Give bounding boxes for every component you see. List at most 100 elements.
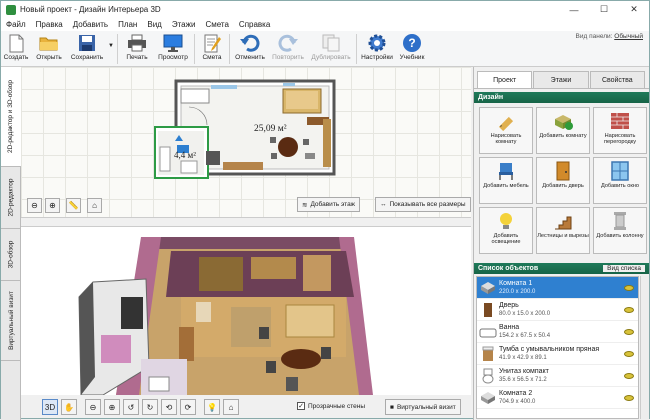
objects-scrollbar[interactable] (640, 276, 649, 419)
list-item[interactable]: Комната 1 220.0 x 200.0 (477, 277, 638, 299)
lightbulb-icon: 💡 (207, 402, 217, 412)
create-button[interactable]: Создать (1, 31, 31, 67)
checkbox-checked-icon: ✓ (297, 402, 305, 410)
menu-plan[interactable]: План (113, 20, 142, 29)
print-button[interactable]: Печать (120, 31, 154, 67)
add-column-button[interactable]: Добавить колонну (593, 207, 647, 254)
eye-icon[interactable] (624, 306, 634, 313)
tab-properties[interactable]: Свойства (589, 71, 645, 88)
list-item[interactable]: Унитаз компакт 35.6 x 56.5 x 71.2 (477, 365, 638, 387)
door-icon (552, 161, 574, 181)
home-3d-button[interactable]: ⌂ (223, 399, 239, 415)
view-splitter[interactable] (21, 217, 471, 227)
tutorial-button[interactable]: ? Учебник (395, 31, 429, 67)
list-item[interactable]: Комната 2 704.9 x 400.0 (477, 387, 638, 409)
tilt-down-button[interactable]: ⟳ (180, 399, 196, 415)
pan-button[interactable]: ✋ (61, 399, 77, 415)
eye-icon[interactable] (624, 394, 634, 401)
ruler-button[interactable]: 📏 (66, 197, 81, 213)
sink-cabinet-icon (477, 344, 499, 364)
add-floor-button[interactable]: ≋ Добавить этаж (297, 197, 361, 212)
preview-button[interactable]: Просмотр (154, 31, 192, 67)
stairs-cutouts-button[interactable]: Лестницы и вырезы (536, 207, 590, 254)
rotate-right-button[interactable]: ↻ (142, 399, 158, 415)
menu-estimate[interactable]: Смета (200, 20, 233, 29)
rotate-3d-button[interactable]: 3D (42, 399, 58, 415)
add-window-button[interactable]: Добавить окно (593, 157, 647, 204)
list-view-toggle[interactable]: Вид списка (603, 265, 645, 272)
save-dropdown[interactable]: ▼ (107, 31, 115, 67)
right-panel: Проект Этажи Свойства Дизайн Нарисовать … (473, 67, 649, 420)
eye-icon[interactable] (624, 328, 634, 335)
home-icon: ⌂ (228, 402, 234, 412)
zoom-in-3d-button[interactable]: ⊕ (104, 399, 120, 415)
show-sizes-button[interactable]: ↔ Показывать все размеры (375, 197, 471, 212)
rotate-left-button[interactable]: ↺ (123, 399, 139, 415)
tab-virtual-visit[interactable]: Виртуальный визит (1, 281, 21, 361)
add-lighting-button[interactable]: Добавить освещение (479, 207, 533, 254)
menu-view[interactable]: Вид (142, 20, 166, 29)
transparent-walls-checkbox[interactable]: ✓ Прозрачные стены (297, 402, 365, 410)
list-item[interactable]: Тумба с умывальником пряная 41.9 x 42.9 x… (477, 343, 638, 365)
column-icon (609, 211, 631, 231)
layers-icon: ≋ (302, 201, 308, 209)
view-panel-selector[interactable]: Вид панели: Обычный (576, 33, 643, 40)
open-button[interactable]: Открыть (31, 31, 67, 67)
eye-icon[interactable] (624, 350, 634, 357)
bathtub-icon (477, 322, 499, 342)
menu-help[interactable]: Справка (234, 20, 275, 29)
door-icon (477, 300, 499, 320)
tab-2d-3d[interactable]: 2D-редактор и 3D-обзор (1, 67, 21, 167)
toilet-icon (477, 366, 499, 386)
undo-button[interactable]: Отменить (232, 31, 268, 67)
add-door-button[interactable]: Добавить дверь (536, 157, 590, 204)
zoom-out-button[interactable]: ⊖ (27, 197, 42, 213)
home-view-button[interactable]: ⌂ (87, 197, 102, 213)
folder-icon (39, 33, 59, 53)
pencil-ruler-icon (495, 111, 517, 131)
view-panel-value[interactable]: Обычный (614, 33, 643, 40)
list-item[interactable]: Дверь 80.0 x 15.0 x 200.0 (477, 299, 638, 321)
estimate-button[interactable]: Смета (197, 31, 227, 67)
tab-2d-editor[interactable]: 2D-редактор (1, 167, 21, 229)
list-item[interactable]: Ванна 154.2 x 67.5 x 50.4 (477, 321, 638, 343)
add-furniture-button[interactable]: Добавить мебель (479, 157, 533, 204)
room-3d-render (21, 227, 471, 395)
draw-partition-button[interactable]: Нарисовать перегородку (593, 107, 647, 154)
eye-icon[interactable] (624, 284, 634, 291)
save-button[interactable]: Сохранить (67, 31, 107, 67)
eye-icon[interactable] (624, 372, 634, 379)
room-icon (477, 278, 499, 298)
room1-area-label: 25,09 м² (254, 124, 287, 134)
view-3d-canvas[interactable] (21, 227, 471, 395)
home-icon: ⌂ (92, 200, 97, 210)
light-button[interactable]: 💡 (204, 399, 220, 415)
zoom-out-3d-button[interactable]: ⊖ (85, 399, 101, 415)
virtual-visit-button[interactable]: ■ Виртуальный визит (385, 399, 461, 415)
menu-floors[interactable]: Этажи (167, 20, 201, 29)
brick-wall-icon (609, 111, 631, 131)
redo-button[interactable]: Повторить (268, 31, 308, 67)
maximize-button[interactable]: ☐ (589, 1, 619, 18)
settings-button[interactable]: Настройки (359, 31, 395, 67)
tilt-up-button[interactable]: ⟲ (161, 399, 177, 415)
draw-room-button[interactable]: Нарисовать комнату (479, 107, 533, 154)
tab-3d-view[interactable]: 3D-обзор (1, 229, 21, 281)
zoom-out-icon: ⊖ (89, 402, 97, 412)
tab-floors[interactable]: Этажи (533, 71, 589, 88)
menu-add[interactable]: Добавить (68, 20, 113, 29)
objects-list-header: Список объектов Вид списка (474, 263, 649, 274)
redo-icon (278, 33, 298, 53)
left-view-tabs: 2D-редактор и 3D-обзор 2D-редактор 3D-об… (1, 67, 21, 420)
zoom-out-icon: ⊖ (31, 200, 38, 210)
add-room-button[interactable]: Добавить комнату (536, 107, 590, 154)
menu-edit[interactable]: Правка (31, 20, 68, 29)
svg-text:?: ? (408, 36, 415, 50)
zoom-in-button[interactable]: ⊕ (45, 197, 60, 213)
close-button[interactable]: ✕ (619, 1, 649, 18)
menu-file[interactable]: Файл (1, 20, 31, 29)
duplicate-button[interactable]: Дублировать (308, 31, 354, 67)
minimize-button[interactable]: — (559, 1, 589, 18)
tab-project[interactable]: Проект (477, 71, 533, 88)
app-window: Новый проект - Дизайн Интерьера 3D — ☐ ✕… (0, 0, 650, 420)
